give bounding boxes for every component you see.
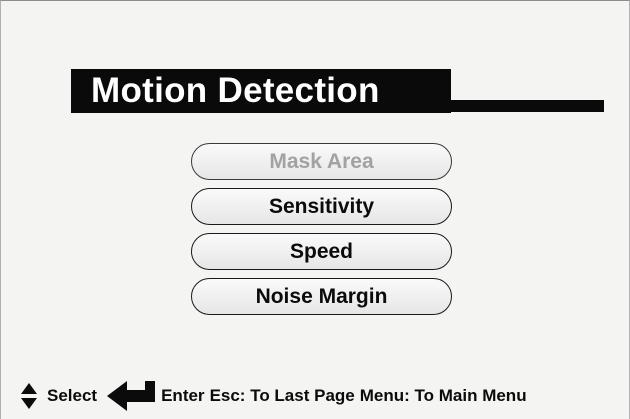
page-title: Motion Detection [91,71,380,110]
select-hint: Select [47,386,98,405]
up-down-arrow-icon [21,383,37,409]
menu-hint: Menu: To Main Menu [359,386,527,405]
title-underline [451,100,604,112]
mask-area-button[interactable]: Mask Area [191,143,452,180]
noise-margin-button[interactable]: Noise Margin [191,278,452,315]
enter-arrow-icon [107,381,156,411]
sensitivity-button[interactable]: Sensitivity [191,188,452,225]
speed-button[interactable]: Speed [191,233,452,270]
motion-detection-menu: Mask Area Sensitivity Speed Noise Margin [191,143,454,323]
esc-hint: Esc: To Last Page [209,386,355,405]
enter-hint: Enter [161,386,205,405]
footer-help: Select Enter Esc: To Last Page Menu: To … [21,381,527,411]
osd-screen: Motion Detection Mask Area Sensitivity S… [0,0,630,419]
